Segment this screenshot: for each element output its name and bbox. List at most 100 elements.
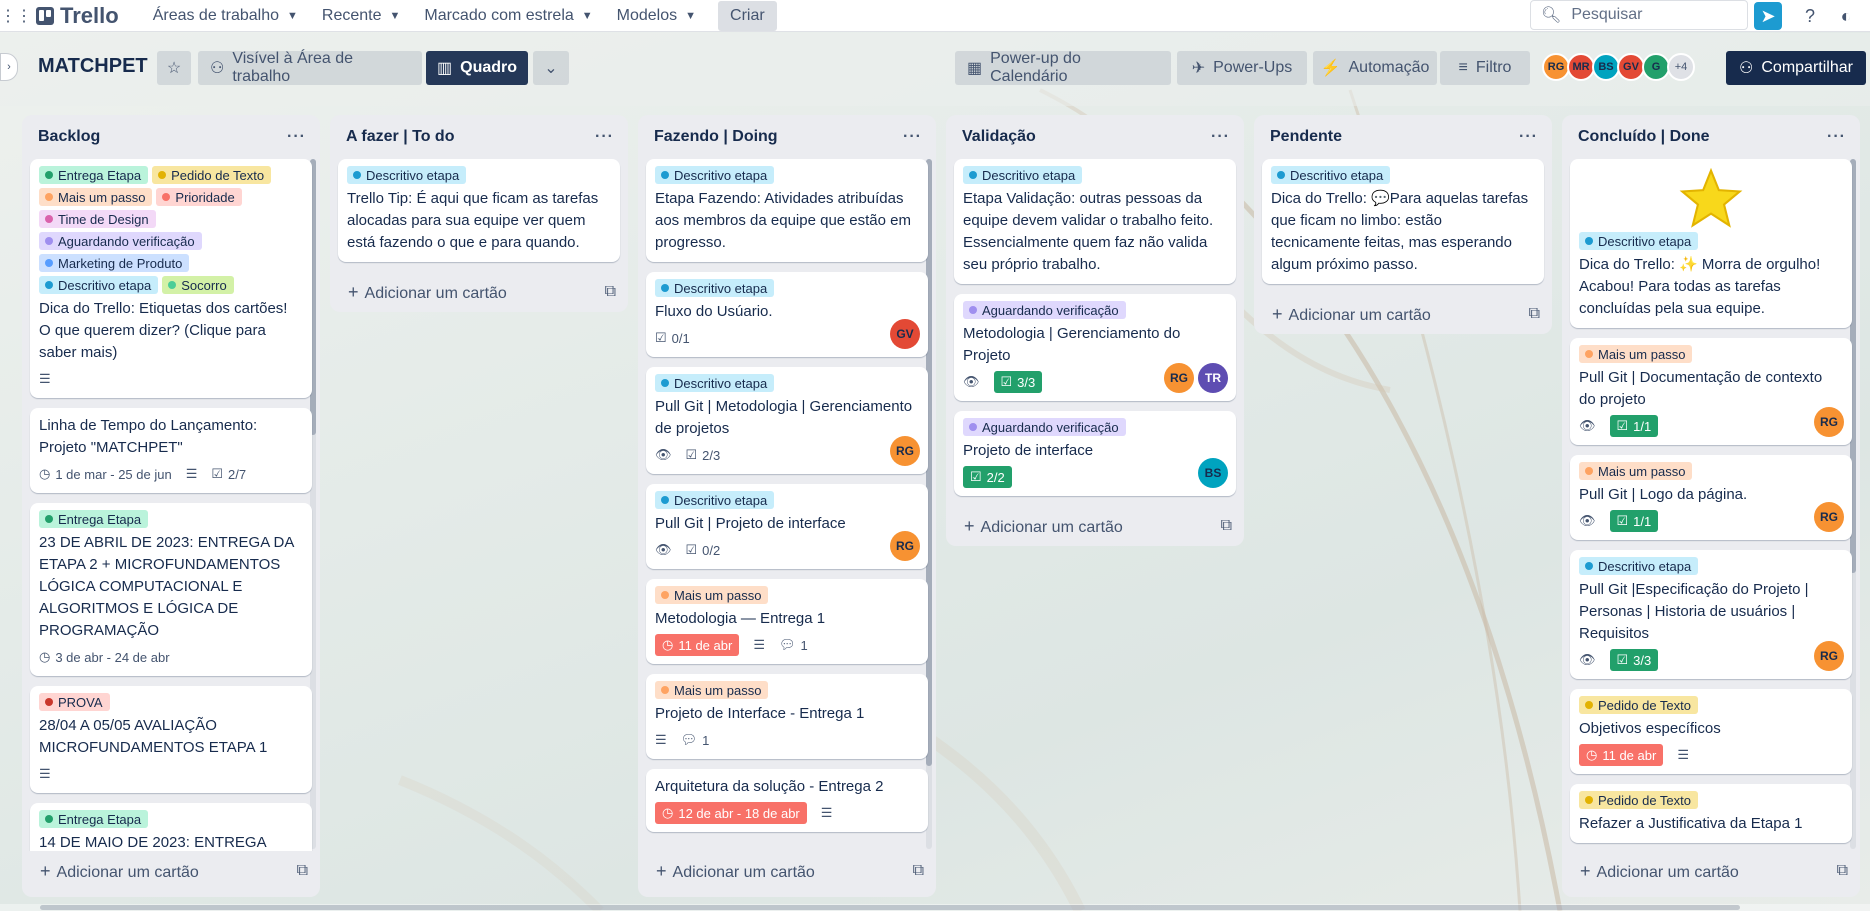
card[interactable]: Descritivo etapa Pull Git | Projeto de i… [646,484,928,569]
avatar[interactable]: RG [1164,363,1194,393]
trello-logo[interactable]: Trello [36,3,119,29]
card[interactable]: Descritivo etapa Dica do Trello: ✨ Morra… [1570,159,1852,328]
more-members-badge[interactable]: +4 [1667,53,1695,81]
list-header[interactable]: Fazendo | Doing ··· [638,115,936,159]
card[interactable]: Mais um passo Pull Git | Logo da página.… [1570,455,1852,540]
card[interactable]: Descritivo etapa Trello Tip: É aqui que … [338,159,620,262]
card[interactable]: Aguardando verificação Projeto de interf… [954,411,1236,496]
create-button[interactable]: Criar [718,0,777,31]
powerups-button[interactable]: ✈ Power-Ups [1177,51,1307,85]
notifications-icon[interactable]: ➤ [1754,2,1782,30]
card-title: Dica do Trello: Etiquetas dos cartões! O… [39,300,288,361]
star-button[interactable]: ☆ [157,51,191,85]
avatar[interactable]: GV [890,319,920,349]
avatar[interactable]: RG [1814,641,1844,671]
add-card-button[interactable]: + Adicionar um cartão ⧉ [638,851,936,891]
search-input[interactable]: 🔍︎ Pesquisar [1530,0,1748,30]
add-card-button[interactable]: + Adicionar um cartão ⧉ [946,506,1244,546]
template-icon[interactable]: ⧉ [1221,517,1232,535]
list-header[interactable]: Pendente ··· [1254,115,1552,159]
card[interactable]: Linha de Tempo do Lançamento: Projeto "M… [30,408,312,493]
list-header[interactable]: Backlog ··· [22,115,320,159]
card[interactable]: Descritivo etapa Pull Git | Metodologia … [646,367,928,474]
card[interactable]: Entrega Etapa 14 DE MAIO DE 2023: ENTREG… [30,803,312,851]
checklist-badge: ☑ 0/2 [685,542,721,558]
label-chip: Descritivo etapa [1271,166,1391,184]
card[interactable]: Entrega Etapa Pedido de Texto Mais um pa… [30,159,312,398]
card[interactable]: Pedido de Texto Refazer a Justificativa … [1570,784,1852,843]
board-view-button[interactable]: ▥ Quadro [426,51,528,85]
filter-button[interactable]: ≡ Filtro [1440,51,1530,85]
avatar[interactable]: BS [1592,53,1620,81]
clock-icon: ◷ [39,649,51,664]
card[interactable]: Descritivo etapa Pull Git |Especificação… [1570,550,1852,679]
label-chip: Aguardando verificação [39,232,202,250]
add-card-button[interactable]: + Adicionar um cartão ⧉ [330,272,628,312]
calendar-powerup-button[interactable]: ▦ Power-up do Calendário [955,50,1171,85]
template-icon[interactable]: ⧉ [297,862,308,880]
description-icon: ☰ [753,637,765,652]
card-title: Trello Tip: É aqui que ficam as tarefas … [347,190,599,251]
menu-starred[interactable]: Marcado com estrela ▼ [412,0,604,32]
add-card-button[interactable]: + Adicionar um cartão ⧉ [22,851,320,891]
card[interactable]: Mais um passo Pull Git | Documentação de… [1570,338,1852,445]
card[interactable]: Descritivo etapa Dica do Trello: 💬Para a… [1262,159,1544,284]
more-icon[interactable]: ··· [287,128,306,146]
menu-templates[interactable]: Modelos ▼ [605,0,708,32]
avatar[interactable]: RG [890,436,920,466]
theme-icon[interactable]: ◐ [1832,2,1860,30]
board-title[interactable]: MATCHPET [38,55,148,78]
card[interactable]: Entrega Etapa 23 DE ABRIL DE 2023: ENTRE… [30,503,312,676]
automation-button[interactable]: ⚡ Automação [1313,51,1437,85]
list-header[interactable]: Concluído | Done ··· [1562,115,1860,159]
list-header[interactable]: Validação ··· [946,115,1244,159]
avatar[interactable]: RG [890,531,920,561]
card[interactable]: Pedido de Texto Objetivos específicos ◷ 1… [1570,689,1852,774]
card[interactable]: Arquitetura da solução - Entrega 2 ◷ 12 d… [646,769,928,832]
card[interactable]: Descritivo etapa Fluxo do Usúario. ☑ 0/1 … [646,272,928,357]
card[interactable]: Mais um passo Projeto de Interface - Ent… [646,674,928,759]
avatar[interactable]: RG [1814,502,1844,532]
avatar[interactable]: BS [1198,458,1228,488]
sidebar-toggle-icon[interactable]: › [0,53,18,81]
template-icon[interactable]: ⧉ [1529,305,1540,323]
label-chip: Descritivo etapa [347,166,467,184]
avatar[interactable]: MR [1567,53,1595,81]
menu-workspaces[interactable]: Áreas de trabalho ▼ [141,0,310,32]
comment-icon: 💬︎ [680,732,698,747]
template-icon[interactable]: ⧉ [605,283,616,301]
template-icon[interactable]: ⧉ [913,862,924,880]
view-dropdown-button[interactable]: ⌄ [533,51,569,85]
rocket-icon: ✈ [1191,60,1206,77]
add-card-button[interactable]: + Adicionar um cartão ⧉ [1562,851,1860,891]
label-chip: Marketing de Produto [39,254,190,272]
avatar[interactable]: TR [1198,363,1228,393]
card[interactable]: PROVA 28/04 A 05/05 AVALIAÇÃO MICROFUNDA… [30,686,312,793]
card[interactable]: Descritivo etapa Etapa Validação: outras… [954,159,1236,284]
menu-templates-label: Modelos [616,6,678,24]
list-header[interactable]: A fazer | To do ··· [330,115,628,159]
card[interactable]: Descritivo etapa Etapa Fazendo: Atividad… [646,159,928,262]
top-navigation: ⋮⋮⋮ Trello Áreas de trabalho ▼ Recente ▼ M… [0,0,1870,32]
avatar[interactable]: G [1642,53,1670,81]
more-icon[interactable]: ··· [1827,128,1846,146]
avatar[interactable]: GV [1617,53,1645,81]
card[interactable]: Aguardando verificação Metodologia | Ger… [954,294,1236,401]
avatar[interactable]: RG [1814,407,1844,437]
help-icon[interactable]: ? [1796,2,1824,30]
avatar[interactable]: RG [1542,53,1570,81]
checkbox-icon: ☑ [211,466,224,481]
more-icon[interactable]: ··· [1211,128,1230,146]
share-button[interactable]: ⚇ Compartilhar [1726,51,1866,85]
more-icon[interactable]: ··· [1519,128,1538,146]
board-horizontal-scrollbar[interactable] [0,904,1870,911]
filter-label: Filtro [1475,59,1512,76]
more-icon[interactable]: ··· [595,128,614,146]
card[interactable]: Mais um passo Metodologia — Entrega 1 ◷ 1… [646,579,928,664]
more-icon[interactable]: ··· [903,128,922,146]
template-icon[interactable]: ⧉ [1837,862,1848,880]
visibility-button[interactable]: ⚇ Visível à Área de trabalho [198,50,422,85]
app-switcher-icon[interactable]: ⋮⋮⋮ [0,6,48,26]
add-card-button[interactable]: + Adicionar um cartão ⧉ [1254,294,1552,334]
menu-recent[interactable]: Recente ▼ [310,0,412,32]
